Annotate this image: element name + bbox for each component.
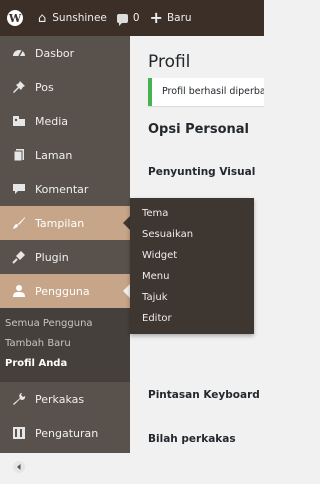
new-content-link[interactable]: + Baru [140, 0, 192, 36]
menu-label: Tampilan [35, 216, 85, 230]
menu-label: Dasbor [35, 46, 75, 60]
site-name: Sunshinee [52, 12, 107, 24]
menu-label: Pengguna [35, 284, 90, 298]
appearance-flyout-menu: Tema Sesuaikan Widget Menu Tajuk Editor [130, 198, 254, 334]
menu-label: Perkakas [35, 392, 85, 406]
notice-text: Profil berhasil diperbarui. [162, 86, 264, 97]
success-notice: Profil berhasil diperbarui. [148, 78, 264, 106]
menu-label: Plugin [35, 250, 69, 264]
pin-icon [12, 80, 26, 94]
site-name-link[interactable]: ⌂ Sunshinee [30, 0, 107, 36]
menu-settings[interactable]: Pengaturan [0, 416, 130, 450]
menu-users[interactable]: Pengguna [0, 274, 130, 308]
flyout-item-themes[interactable]: Tema [130, 203, 254, 224]
collapse-icon [12, 460, 26, 474]
wp-logo-button[interactable]: W [0, 0, 30, 36]
menu-label: Laman [35, 148, 73, 162]
menu-appearance[interactable]: Tampilan [0, 206, 130, 240]
section-title: Opsi Personal [148, 122, 249, 137]
page-title: Profil [148, 52, 191, 72]
plugin-icon [12, 250, 26, 264]
menu-label: Media [35, 114, 69, 128]
flyout-item-widgets[interactable]: Widget [130, 245, 254, 266]
submenu-all-users[interactable]: Semua Pengguna [0, 314, 130, 334]
comment-bubble-icon [116, 13, 128, 26]
wordpress-icon: W [7, 10, 23, 26]
flyout-item-customize[interactable]: Sesuaikan [130, 224, 254, 245]
menu-pages[interactable]: Laman [0, 138, 130, 172]
users-submenu: Semua Pengguna Tambah Baru Profil Anda [0, 308, 130, 382]
home-icon: ⌂ [38, 10, 47, 26]
flyout-item-header[interactable]: Tajuk [130, 287, 254, 308]
plus-icon: + [149, 8, 163, 27]
visual-editor-label: Penyunting Visual [148, 166, 256, 178]
menu-dashboard[interactable]: Dasbor [0, 36, 130, 70]
admin-bar: W ⌂ Sunshinee 0 + Baru [0, 0, 264, 36]
flyout-item-menus[interactable]: Menu [130, 266, 254, 287]
flyout-item-editor[interactable]: Editor [130, 308, 254, 329]
dashboard-icon [12, 46, 26, 60]
toolbar-label: Bilah perkakas [148, 433, 236, 445]
new-label: Baru [166, 12, 192, 24]
menu-media[interactable]: Media [0, 104, 130, 138]
tools-icon [12, 392, 26, 406]
comments-link[interactable]: 0 [107, 0, 140, 36]
submenu-add-new[interactable]: Tambah Baru [0, 334, 130, 354]
menu-tools[interactable]: Perkakas [0, 382, 130, 416]
menu-collapse[interactable]: Persempit menu [0, 450, 130, 484]
media-icon [12, 114, 26, 128]
menu-posts[interactable]: Pos [0, 70, 130, 104]
menu-label: Persempit menu [35, 460, 126, 474]
keyboard-shortcuts-label: Pintasan Keyboard [148, 389, 260, 401]
menu-plugins[interactable]: Plugin [0, 240, 130, 274]
users-icon [12, 284, 26, 298]
admin-sidebar: Dasbor Pos Media Laman Komentar Tampilan [0, 36, 130, 474]
comment-icon [12, 182, 26, 196]
submenu-your-profile[interactable]: Profil Anda [0, 354, 130, 374]
menu-label: Komentar [35, 182, 89, 196]
menu-comments[interactable]: Komentar [0, 172, 130, 206]
comment-count: 0 [132, 12, 140, 24]
menu-label: Pengaturan [35, 426, 99, 440]
appearance-icon [12, 216, 26, 230]
settings-icon [12, 426, 26, 440]
menu-label: Pos [35, 80, 54, 94]
page-icon [12, 148, 26, 162]
